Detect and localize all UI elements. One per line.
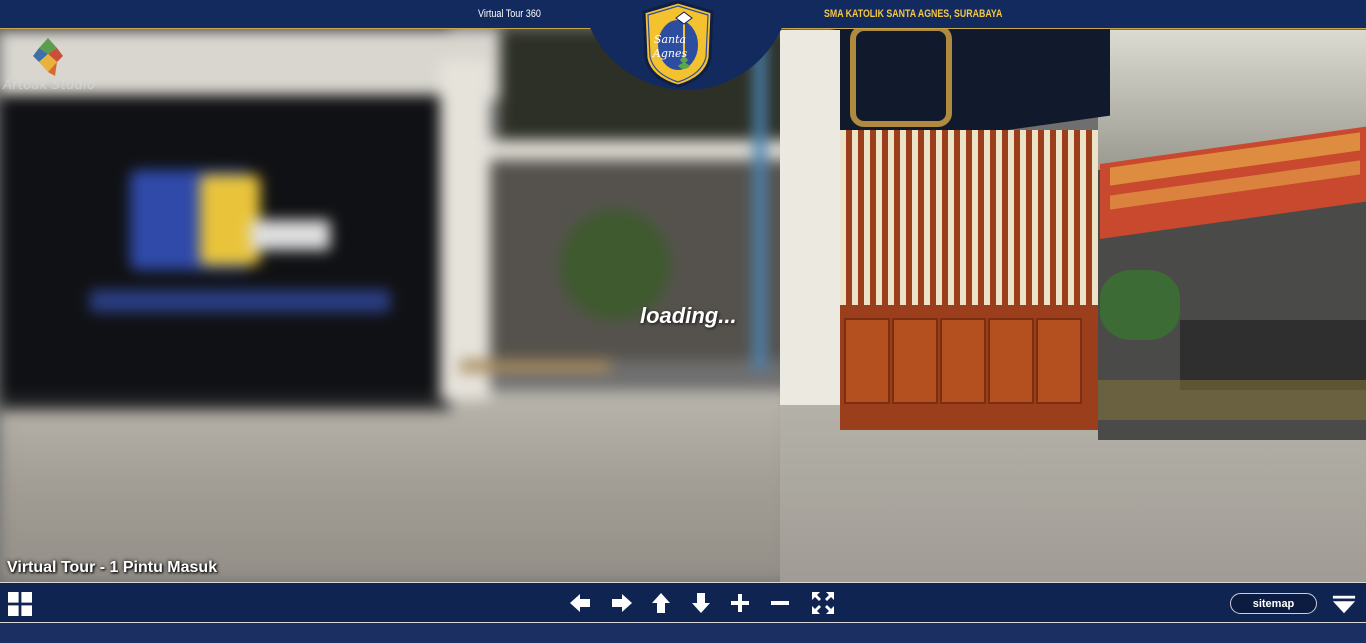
scene-title: Virtual Tour - 1 Pintu Masuk xyxy=(7,559,218,576)
artoak-logo-icon xyxy=(33,38,63,76)
control-bar: sitemap xyxy=(0,582,1366,623)
fullscreen-icon[interactable] xyxy=(811,591,835,615)
loading-indicator: loading... xyxy=(640,303,737,328)
arrow-left-icon[interactable] xyxy=(568,591,592,615)
watermark-label: Artoak Studio xyxy=(3,78,96,93)
arrow-up-icon[interactable] xyxy=(649,591,673,615)
zoom-in-icon[interactable] xyxy=(728,591,752,615)
artoak-studio-watermark: Artoak Studio xyxy=(3,38,103,98)
logo-text-1: Santa xyxy=(654,33,686,46)
menu-triangle-icon[interactable] xyxy=(1332,593,1358,615)
arrow-down-icon[interactable] xyxy=(689,591,713,615)
header-left-title: Virtual Tour 360 xyxy=(478,8,541,20)
zoom-out-icon[interactable] xyxy=(768,591,792,615)
footer-strip xyxy=(0,623,1366,643)
panorama-sharp-region xyxy=(780,0,1366,582)
grid-icon[interactable] xyxy=(8,592,34,618)
school-logo: Santa Agnes xyxy=(642,0,714,88)
arrow-right-icon[interactable] xyxy=(610,591,634,615)
logo-text-2: Agnes xyxy=(652,47,688,60)
header-right-title: SMA KATOLIK SANTA AGNES, SURABAYA xyxy=(824,8,1003,20)
sitemap-button[interactable]: sitemap xyxy=(1230,593,1317,614)
